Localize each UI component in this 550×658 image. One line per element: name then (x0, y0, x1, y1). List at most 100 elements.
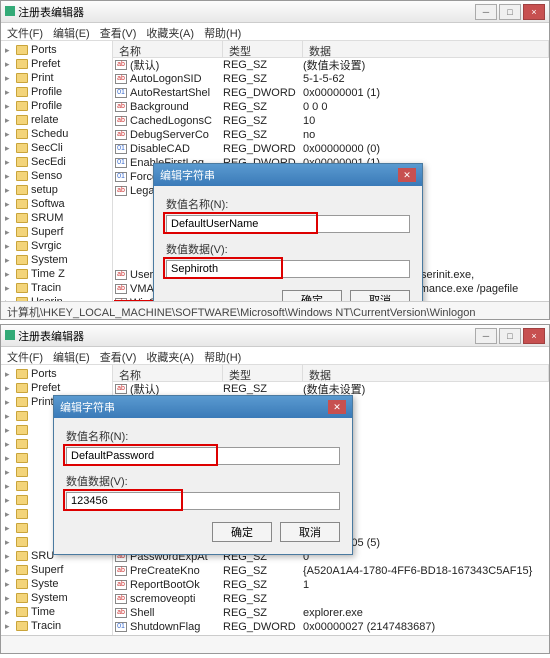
maximize-button[interactable]: □ (499, 4, 521, 20)
tree-node[interactable]: ▸Prefet (5, 57, 112, 71)
list-header[interactable]: 名称 类型 数据 (113, 41, 549, 58)
tree-node[interactable]: ▸Schedu (5, 127, 112, 141)
tree-node[interactable]: ▸Ports (5, 367, 112, 381)
tree-node[interactable]: ▸Tracin (5, 281, 112, 295)
value-data-label: 数值数据(V): (66, 473, 340, 489)
edit-string-dialog[interactable]: 编辑字符串 ✕ 数值名称(N): 数值数据(V): 确定 (53, 395, 353, 555)
list-header[interactable]: 名称 类型 数据 (113, 365, 549, 382)
tree-node[interactable]: ▸Time Z (5, 267, 112, 281)
folder-icon (16, 283, 28, 293)
cancel-button[interactable]: 取消 (350, 290, 410, 301)
tree-node[interactable]: ▸Syste (5, 577, 112, 591)
tree-node[interactable]: ▸Ports (5, 43, 112, 57)
tree-node[interactable]: ▸SecEdi (5, 155, 112, 169)
tree-panel[interactable]: ▸Ports▸Prefet▸Print▸Profile▸Profile▸rela… (1, 41, 113, 301)
tree-node[interactable]: ▸relate (5, 113, 112, 127)
value-name-input[interactable] (66, 447, 340, 465)
folder-icon (16, 101, 28, 111)
menu-file[interactable]: 文件(F) (7, 25, 43, 38)
tree-node[interactable]: ▸System (5, 253, 112, 267)
folder-icon (16, 579, 28, 589)
table-row[interactable]: abDebugServerCoREG_SZno (113, 128, 549, 142)
table-row[interactable]: abShutdownWithREG_SZ0 (113, 634, 549, 635)
string-icon: ab (115, 74, 127, 84)
table-row[interactable]: abAutoLogonSIDREG_SZ5-1-5-62 (113, 72, 549, 86)
folder-icon (16, 621, 28, 631)
menu-edit[interactable]: 编辑(E) (53, 349, 90, 362)
dialog-title: 编辑字符串 (60, 399, 115, 415)
table-row[interactable]: abscremoveoptiREG_SZ (113, 592, 549, 606)
string-icon: ab (115, 116, 127, 126)
window-title: 注册表编辑器 (18, 7, 84, 19)
folder-icon (16, 565, 28, 575)
tree-node[interactable]: ▸Tracin (5, 619, 112, 633)
tree-node[interactable]: ▸SecCli (5, 141, 112, 155)
table-row[interactable]: abShellREG_SZexplorer.exe (113, 606, 549, 620)
table-row[interactable]: ab(默认)REG_SZ(数值未设置) (113, 58, 549, 72)
dialog-close-button[interactable]: ✕ (328, 400, 346, 414)
tree-node[interactable]: ▸Senso (5, 169, 112, 183)
table-row[interactable]: abPreCreateKnoREG_SZ{A520A1A4-1780-4FF6-… (113, 564, 549, 578)
list-panel[interactable]: 名称 类型 数据 ab(默认)REG_SZ(数值未设置)abAutoLogonS… (113, 41, 549, 301)
menu-file[interactable]: 文件(F) (7, 349, 43, 362)
titlebar[interactable]: 注册表编辑器 ─ □ × (1, 325, 549, 347)
dialog-close-button[interactable]: ✕ (398, 168, 416, 182)
col-data[interactable]: 数据 (303, 41, 549, 57)
edit-string-dialog[interactable]: 编辑字符串 ✕ 数值名称(N): 数值数据(V): 确定 (153, 163, 423, 301)
value-data-input[interactable] (66, 492, 340, 510)
value-data-input[interactable] (166, 260, 410, 278)
tree-node[interactable]: ▸Profile (5, 85, 112, 99)
minimize-button[interactable]: ─ (475, 4, 497, 20)
tree-node[interactable]: ▸Userin (5, 295, 112, 301)
menu-view[interactable]: 查看(V) (100, 25, 137, 38)
close-button[interactable]: × (523, 328, 545, 344)
col-name[interactable]: 名称 (113, 41, 223, 57)
table-row[interactable]: abReportBootOkREG_SZ1 (113, 578, 549, 592)
col-data[interactable]: 数据 (303, 365, 549, 381)
tree-node[interactable]: ▸Superf (5, 225, 112, 239)
menu-help[interactable]: 帮助(H) (204, 349, 241, 362)
folder-icon (16, 185, 28, 195)
menu-edit[interactable]: 编辑(E) (53, 25, 90, 38)
folder-icon (16, 297, 28, 301)
tree-node[interactable]: ▸Softwa (5, 197, 112, 211)
ok-button[interactable]: 确定 (212, 522, 272, 542)
tree-node[interactable]: ▸Print (5, 71, 112, 85)
menu-help[interactable]: 帮助(H) (204, 25, 241, 38)
menubar: 文件(F) 编辑(E) 查看(V) 收藏夹(A) 帮助(H) (1, 347, 549, 365)
titlebar[interactable]: 注册表编辑器 ─ □ × (1, 1, 549, 23)
maximize-button[interactable]: □ (499, 328, 521, 344)
string-icon: ab (115, 298, 127, 301)
tree-node[interactable]: ▸Svrgic (5, 239, 112, 253)
menu-fav[interactable]: 收藏夹(A) (146, 349, 194, 362)
menu-view[interactable]: 查看(V) (100, 349, 137, 362)
list-panel[interactable]: 名称 类型 数据 ab(默认)REG_SZ(数值未设置) 0001 (1)000… (113, 365, 549, 635)
table-row[interactable]: abCachedLogonsCREG_SZ10 (113, 114, 549, 128)
tree-node[interactable]: ▸System (5, 591, 112, 605)
col-type[interactable]: 类型 (223, 41, 303, 57)
tree-node[interactable]: ▸Time (5, 605, 112, 619)
cancel-button[interactable]: 取消 (280, 522, 340, 542)
table-row[interactable]: 01AutoRestartShelREG_DWORD0x00000001 (1) (113, 86, 549, 100)
value-name-input[interactable] (166, 215, 410, 233)
tree-node[interactable]: ▸Prefet (5, 381, 112, 395)
col-name[interactable]: 名称 (113, 365, 223, 381)
table-row[interactable]: abBackgroundREG_SZ0 0 0 (113, 100, 549, 114)
minimize-button[interactable]: ─ (475, 328, 497, 344)
value-data-label: 数值数据(V): (166, 241, 410, 257)
table-row[interactable]: 01ShutdownFlagREG_DWORD0x00000027 (21474… (113, 620, 549, 634)
tree-node[interactable]: ▸setup (5, 183, 112, 197)
value-name-label: 数值名称(N): (166, 196, 410, 212)
ok-button[interactable]: 确定 (282, 290, 342, 301)
table-row[interactable]: ab(默认)REG_SZ(数值未设置) (113, 382, 549, 396)
folder-icon (16, 383, 28, 393)
tree-node[interactable]: ▸SRUM (5, 211, 112, 225)
tree-node[interactable]: ▸Superf (5, 563, 112, 577)
tree-node[interactable]: ▸Profile (5, 99, 112, 113)
menu-fav[interactable]: 收藏夹(A) (146, 25, 194, 38)
close-button[interactable]: × (523, 4, 545, 20)
col-type[interactable]: 类型 (223, 365, 303, 381)
table-row[interactable]: 01DisableCADREG_DWORD0x00000000 (0) (113, 142, 549, 156)
folder-icon (16, 453, 28, 463)
tree-node[interactable]: ▸Userin (5, 633, 112, 635)
